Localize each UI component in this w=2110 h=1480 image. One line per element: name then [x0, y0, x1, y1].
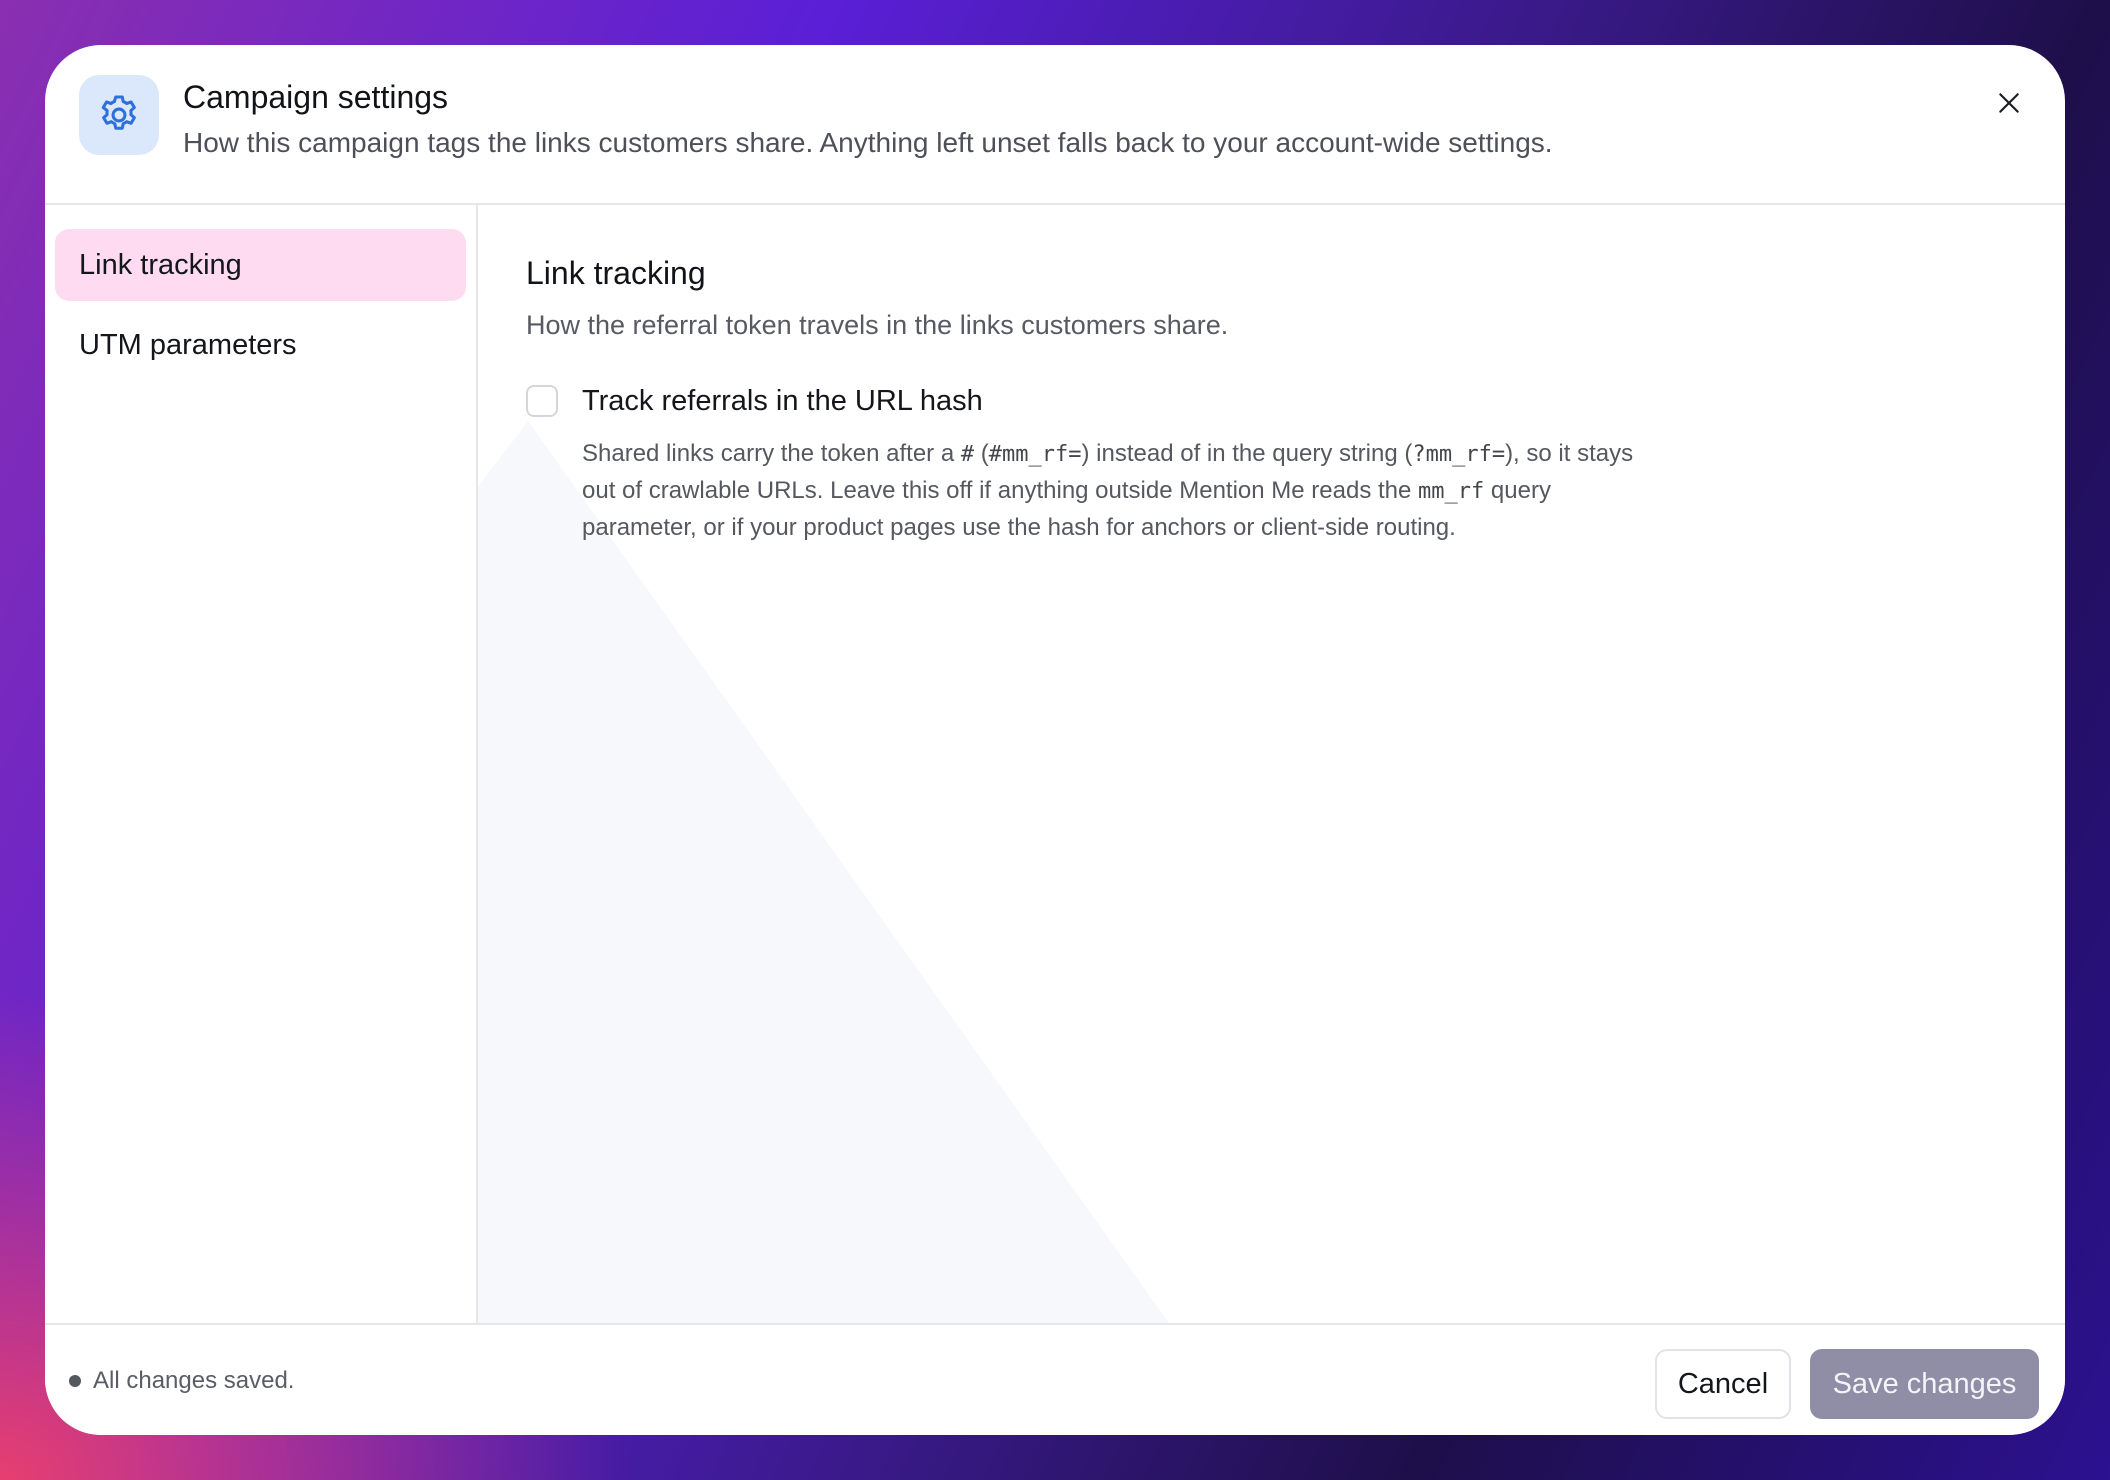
close-icon — [1999, 93, 2019, 113]
status-dot-icon — [69, 1375, 81, 1387]
save-changes-button[interactable]: Save changes — [1810, 1349, 2039, 1419]
hash-tracking-option: Track referrals in the URL hash Shared l… — [526, 385, 2017, 546]
close-button[interactable] — [1989, 83, 2029, 123]
dialog-subtitle: How this campaign tags the links custome… — [183, 127, 1553, 158]
dialog-body: Link tracking UTM parameters Link tracki… — [45, 205, 2065, 1323]
status-text: All changes saved. — [93, 1367, 295, 1394]
dialog-header: Campaign settings How this campaign tags… — [45, 45, 2065, 205]
campaign-settings-dialog: Campaign settings How this campaign tags… — [45, 45, 2065, 1435]
section-subtitle: How the referral token travels in the li… — [526, 310, 1229, 340]
sidebar-item-label: UTM parameters — [79, 328, 297, 361]
gear-icon — [79, 75, 159, 155]
settings-sidebar: Link tracking UTM parameters — [45, 205, 478, 1323]
code-snippet: #mm_rf= — [988, 442, 1082, 467]
section-title: Link tracking — [526, 255, 706, 291]
dialog-footer: All changes saved. Cancel Save changes — [45, 1323, 2065, 1435]
option-description: Shared links carry the token after a # (… — [582, 440, 1634, 541]
cancel-button[interactable]: Cancel — [1655, 1349, 1791, 1419]
code-snippet: # — [960, 442, 975, 467]
hash-tracking-checkbox[interactable] — [526, 385, 558, 417]
code-snippet: mm_rf — [1418, 479, 1485, 504]
sidebar-item-utm-parameters[interactable]: UTM parameters — [55, 309, 466, 381]
sidebar-item-label: Link tracking — [79, 248, 242, 281]
option-label: Track referrals in the URL hash — [582, 385, 983, 417]
settings-content: Link tracking How the referral token tra… — [478, 205, 2065, 1323]
code-snippet: ?mm_rf= — [1412, 442, 1506, 467]
save-status: All changes saved. — [69, 1367, 294, 1395]
sidebar-item-link-tracking[interactable]: Link tracking — [55, 229, 466, 301]
dialog-title: Campaign settings — [183, 79, 449, 115]
